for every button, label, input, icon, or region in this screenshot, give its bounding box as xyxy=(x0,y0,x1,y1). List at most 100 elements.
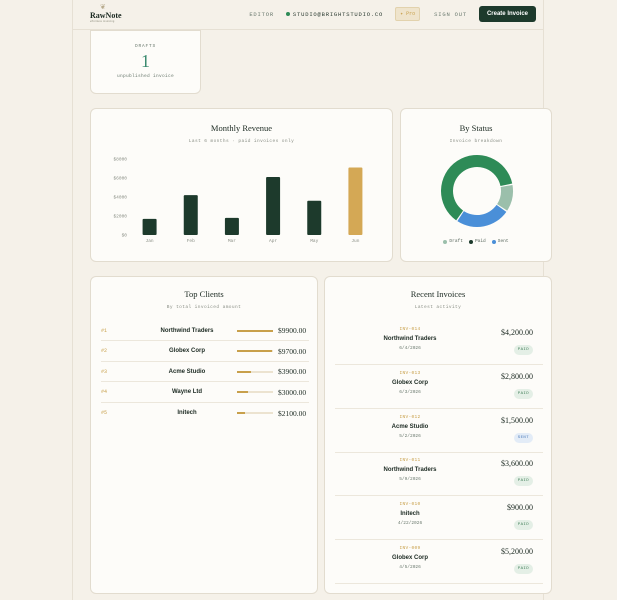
legend-sent: Sent xyxy=(491,239,509,244)
donut-slice-sent[interactable] xyxy=(457,204,507,227)
drafts-card: DRAFTS 1 unpublished invoice xyxy=(90,30,201,94)
client-name: Globex Corp xyxy=(168,348,205,354)
drafts-count: 1 xyxy=(141,51,150,71)
status-legend: Draft Paid Sent xyxy=(401,239,551,244)
invoice-date: 5/2/2026 xyxy=(399,433,421,439)
invoice-date: 4/5/2026 xyxy=(399,565,421,570)
revenue-bar-apr[interactable] xyxy=(266,177,281,235)
invoice-client: Globex Corp xyxy=(391,555,428,561)
nav-editor-link[interactable]: EDITOR xyxy=(249,11,274,18)
invoice-status-badge: PAID xyxy=(513,345,533,355)
invoice-client: Acme Studio xyxy=(391,423,429,430)
client-name: Northwind Traders xyxy=(160,327,214,334)
revenue-bar-feb[interactable] xyxy=(183,195,198,235)
invoice-date: 6/3/2026 xyxy=(399,389,421,395)
invoice-row[interactable]: INV-009 Globex Corp 4/5/2026 $5,200.00 PAID xyxy=(335,540,543,584)
client-row[interactable]: #4 Wayne Ltd $3000.00 xyxy=(101,383,309,403)
invoice-amount: $3,600.00 xyxy=(501,459,533,469)
legend-sent-dot xyxy=(491,239,496,244)
invoice-row[interactable]: INV-010 Initech 4/22/2026 $900.00 PAID xyxy=(335,496,543,541)
invoice-client: Northwind Traders xyxy=(383,467,437,474)
client-rank: #2 xyxy=(101,348,108,354)
recent-invoices-card: Recent Invoices Latest activity INV-014 N… xyxy=(324,276,552,594)
client-share-bar xyxy=(237,412,273,414)
x-tick-label: Mar xyxy=(228,238,236,244)
logo[interactable]: ❦ RawNote effortless invoicing xyxy=(90,4,122,23)
invoice-row[interactable]: INV-014 Northwind Traders 6/4/2026 $4,200.0… xyxy=(335,321,543,365)
clients-subtitle: By total invoiced amount xyxy=(166,305,242,310)
by-status-card: By Status Invoice breakdown Draft Paid S… xyxy=(400,108,552,262)
client-amount: $9900.00 xyxy=(278,326,307,335)
invoice-info: INV-012 Acme Studio 5/2/2026 xyxy=(335,415,485,439)
invoice-amount: $1,500.00 xyxy=(501,415,533,425)
y-tick-label: $6000 xyxy=(113,176,127,182)
top-clients-card: Top Clients By total invoiced amount #1 N… xyxy=(90,276,318,594)
invoice-client: Globex Corp xyxy=(391,379,428,386)
revenue-bar-jun[interactable] xyxy=(348,167,363,235)
invoice-row[interactable]: INV-011 Northwind Traders 5/9/2026 $3,600.0… xyxy=(335,452,543,497)
legend-draft: Draft xyxy=(443,239,463,244)
client-share-bar xyxy=(237,391,273,393)
logo-tagline: effortless invoicing xyxy=(90,20,115,23)
x-tick-label: Jun xyxy=(351,238,359,244)
legend-paid-label: Paid xyxy=(474,239,486,244)
client-share-fill xyxy=(237,370,252,373)
top-nav: EDITOR STUDIO@BRIGHTSTUDIO.CO ✦ Pro SIGN… xyxy=(235,6,536,22)
invoice-number: INV-009 xyxy=(399,546,421,551)
create-invoice-button[interactable]: Create Invoice xyxy=(478,6,536,22)
account-email: STUDIO@BRIGHTSTUDIO.CO xyxy=(285,10,384,18)
revenue-bar-jan[interactable] xyxy=(142,218,157,235)
status-donut-chart xyxy=(441,155,513,227)
client-name: Acme Studio xyxy=(168,368,206,375)
donut-slice-draft[interactable] xyxy=(497,184,513,211)
client-share-fill xyxy=(237,329,273,332)
client-amount: $3000.00 xyxy=(278,387,307,397)
client-row[interactable]: #3 Acme Studio $3900.00 xyxy=(101,362,309,382)
invoice-info: INV-013 Globex Corp 6/3/2026 xyxy=(335,371,485,395)
revenue-bar-may[interactable] xyxy=(307,200,322,235)
drafts-sub: unpublished invoice xyxy=(116,74,174,79)
pro-badge[interactable]: ✦ Pro xyxy=(395,7,421,21)
client-amount: $9700.00 xyxy=(278,346,307,356)
y-tick-label: $0 xyxy=(122,233,128,239)
invoice-number: INV-010 xyxy=(399,502,421,508)
invoice-number: INV-013 xyxy=(399,370,421,376)
invoice-status-badge: SENT xyxy=(513,432,533,443)
invoice-info: INV-011 Northwind Traders 5/9/2026 xyxy=(335,458,485,482)
legend-paid: Paid xyxy=(468,239,486,244)
revenue-bar-mar[interactable] xyxy=(224,217,239,235)
invoice-row[interactable]: INV-012 Acme Studio 5/2/2026 $1,500.00 SENT xyxy=(335,409,543,453)
invoice-row[interactable]: INV-013 Globex Corp 6/3/2026 $2,800.00 PAID xyxy=(335,365,543,409)
client-row[interactable]: #5 Initech $2100.00 xyxy=(101,403,309,423)
invoice-info: INV-014 Northwind Traders 6/4/2026 xyxy=(335,327,485,351)
y-tick-label: $2000 xyxy=(113,214,127,220)
x-tick-label: Feb xyxy=(187,238,195,244)
invoice-amount: $5,200.00 xyxy=(501,547,533,556)
client-row[interactable]: #2 Globex Corp $9700.00 xyxy=(101,342,309,362)
invoice-date: 5/9/2026 xyxy=(399,477,421,483)
status-subtitle: Invoice breakdown xyxy=(449,139,503,144)
invoice-date: 6/4/2026 xyxy=(399,346,421,351)
sign-out-link[interactable]: SIGN OUT xyxy=(434,11,467,18)
invoice-number: INV-012 xyxy=(399,414,421,420)
invoice-status-badge: PAID xyxy=(513,476,533,487)
invoice-number: INV-014 xyxy=(399,327,421,332)
clients-title: Top Clients xyxy=(184,289,224,299)
invoice-status-badge: PAID xyxy=(513,520,533,531)
legend-paid-dot xyxy=(468,239,473,244)
client-share-bar xyxy=(237,350,273,352)
invoice-date: 4/22/2026 xyxy=(397,521,423,527)
invoice-client: Northwind Traders xyxy=(383,336,437,342)
client-share-fill xyxy=(237,350,273,352)
client-amount: $2100.00 xyxy=(278,408,307,418)
invoice-info: INV-009 Globex Corp 4/5/2026 xyxy=(335,546,485,570)
invoice-status-badge: PAID xyxy=(513,564,533,574)
client-row[interactable]: #1 Northwind Traders $9900.00 xyxy=(101,321,309,341)
client-name: Initech xyxy=(177,410,197,416)
legend-sent-label: Sent xyxy=(497,239,509,244)
monthly-revenue-card: Monthly Revenue Last 6 months · paid inv… xyxy=(90,108,393,262)
client-rank: #1 xyxy=(101,327,108,334)
invoice-status-badge: PAID xyxy=(513,388,533,399)
top-header: ❦ RawNote effortless invoicing EDITOR ST… xyxy=(72,0,544,30)
account-email-text: STUDIO@BRIGHTSTUDIO.CO xyxy=(292,10,384,18)
